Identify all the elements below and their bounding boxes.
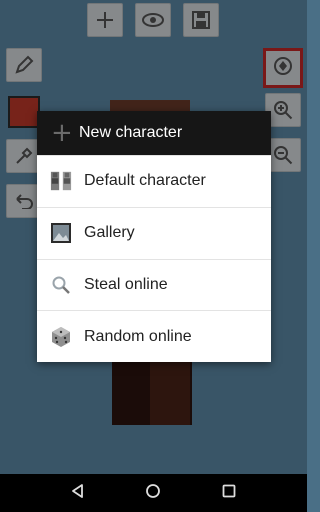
- menu-item-label: Random online: [84, 327, 192, 345]
- recents-button[interactable]: [214, 478, 244, 508]
- new-character-dialog: + New character Default character Galler…: [37, 111, 271, 362]
- default-character-icon: [50, 170, 72, 192]
- menu-item-steal-online[interactable]: Steal online: [37, 258, 271, 311]
- home-icon: [145, 483, 161, 504]
- add-icon: +: [51, 118, 73, 148]
- recents-icon: [222, 484, 236, 503]
- menu-item-random-online[interactable]: Random online: [37, 310, 271, 362]
- menu-item-label: Gallery: [84, 224, 135, 242]
- dialog-title: New character: [79, 124, 183, 141]
- menu-item-default-character[interactable]: Default character: [37, 155, 271, 207]
- search-icon: [50, 274, 72, 296]
- back-icon: [70, 483, 86, 504]
- menu-item-label: Default character: [84, 172, 206, 190]
- menu-item-label: Steal online: [84, 275, 168, 293]
- dialog-header: + New character: [37, 111, 271, 155]
- gallery-icon: [50, 222, 72, 244]
- back-button[interactable]: [63, 478, 93, 508]
- home-button[interactable]: [138, 478, 168, 508]
- dice-icon: [50, 326, 72, 348]
- navigation-bar: [0, 474, 307, 512]
- menu-item-gallery[interactable]: Gallery: [37, 206, 271, 259]
